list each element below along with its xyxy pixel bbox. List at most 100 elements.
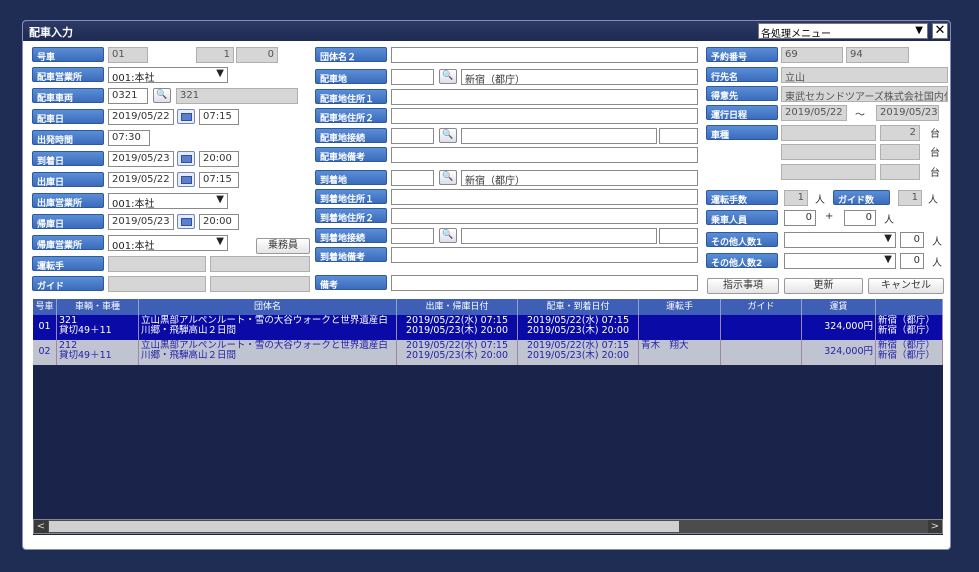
row-arr-2: 2019/05/23(木) 20:00 [526,325,630,336]
ikisaki-input[interactable]: 立山 [781,67,948,83]
kiko-date-input[interactable]: 2019/05/23 [108,214,174,230]
gosha-count-input[interactable]: 1 [196,47,234,63]
tochakuchi-name-input[interactable]: 新宿（都庁） [461,170,698,186]
label-shukko-bi: 出庫日 [32,172,104,187]
haisha-eigyo-select[interactable]: 001:本社 ▼ [108,67,228,83]
unko-to-input[interactable]: 2019/05/23 [876,105,939,121]
shashu-input-3[interactable] [781,164,876,180]
search-icon[interactable]: 🔍 [153,88,171,103]
label-untenshu: 運転手 [32,256,104,271]
setsuzoku-extra-input[interactable] [659,128,698,144]
header-gosha[interactable]: 号車 [33,299,57,315]
header-location[interactable] [876,299,943,315]
t-biko-input[interactable] [391,247,698,263]
kiko-time-input[interactable]: 20:00 [199,214,239,230]
tochaku-date-input[interactable]: 2019/05/23 [108,151,174,167]
guide-input-2[interactable] [210,276,310,292]
unit-dai-3: 台 [930,168,940,179]
tochakuchi-code-input[interactable] [391,170,434,186]
search-icon[interactable]: 🔍 [439,128,457,143]
scroll-thumb[interactable] [49,521,679,532]
sonota2-input[interactable]: 0 [900,253,924,269]
sonota1-input[interactable]: 0 [900,232,924,248]
process-menu-select[interactable]: 各処理メニュー ▼ [758,23,928,40]
t-setsuzoku-name-input[interactable] [461,228,657,244]
unko-from-input[interactable]: 2019/05/22 [781,105,847,121]
row-no: 02 [33,340,57,365]
header-driver[interactable]: 運転手 [639,299,721,315]
header-group[interactable]: 団体名 [139,299,397,315]
shukko-time-input[interactable]: 07:15 [199,172,239,188]
update-button[interactable]: 更新 [784,278,863,294]
kiko-eigyo-select[interactable]: 001:本社 ▼ [108,235,228,251]
t-setsuzoku-extra-input[interactable] [659,228,698,244]
guide-input[interactable] [108,276,206,292]
jusho1-input[interactable] [391,89,698,105]
jusho2-input[interactable] [391,108,698,124]
label-shuppatsu: 出発時間 [32,130,104,145]
haisha-date-input[interactable]: 2019/05/22 [108,109,174,125]
setsuzoku-name-input[interactable] [461,128,657,144]
setsuzoku-code-input[interactable] [391,128,434,144]
calendar-icon[interactable] [177,214,195,229]
gosha-input[interactable]: 01 [108,47,148,63]
dispatch-input-window: 配車入力 各処理メニュー ▼ ✕ 号車 01 1 0 配車営業所 001:本社 ▼ … [22,20,951,550]
shukko-date-input[interactable]: 2019/05/22 [108,172,174,188]
shuppatsu-time-input[interactable]: 07:30 [108,130,150,146]
t-jusho1-input[interactable] [391,189,698,205]
haisha-time-input[interactable]: 07:15 [199,109,239,125]
search-icon[interactable]: 🔍 [439,228,457,243]
shashu-count-1[interactable]: 2 [880,125,920,141]
header-guide[interactable]: ガイド [721,299,802,315]
shukko-eigyo-select[interactable]: 001:本社 ▼ [108,193,228,209]
header-arrival[interactable]: 配車・到着日付 [518,299,639,315]
gosha-sub-input[interactable]: 0 [236,47,278,63]
sharyo-name-input[interactable]: 321 [176,88,298,104]
header-departure[interactable]: 出庫・帰庫日付 [397,299,518,315]
sharyo-code-input[interactable]: 0321 [108,88,148,104]
haishachi-name-input[interactable]: 新宿（都庁） [461,69,698,85]
header-car[interactable]: 車輌・車種 [57,299,139,315]
sonota2-select[interactable]: ▼ [784,253,896,269]
horizontal-scrollbar[interactable]: < > [33,519,943,534]
sonota1-select[interactable]: ▼ [784,232,896,248]
scroll-left-icon[interactable]: < [34,520,48,533]
jomuin-button[interactable]: 乗務員 [256,238,310,254]
shashu-count-3[interactable] [880,164,920,180]
jousha-input[interactable]: 0 [784,210,816,226]
shashu-input-1[interactable] [781,125,876,141]
shashu-input-2[interactable] [781,144,876,160]
table-row[interactable]: 01 321 貸切49＋11 立山黒部アルペンルート・雪の大谷ウォークと世界遺産白… [33,315,943,340]
close-button[interactable]: ✕ [932,23,948,39]
untenshu-su-input[interactable]: 1 [784,190,808,206]
yoyaku-input[interactable]: 69 [781,47,843,63]
tokuisaki-input[interactable]: 東武セカンドツアーズ株式会社国内仕 [781,86,948,102]
label-guide-su: ガイド数 [833,190,890,205]
biko-input[interactable] [391,275,698,291]
haishachi-code-input[interactable] [391,69,434,85]
search-icon[interactable]: 🔍 [439,69,457,84]
header-fare[interactable]: 運賃 [802,299,876,315]
shashu-count-2[interactable] [880,144,920,160]
untenshu-input-2[interactable] [210,256,310,272]
calendar-icon[interactable] [177,172,195,187]
biko-h-input[interactable] [391,147,698,163]
table-row[interactable]: 02 212 貸切49＋11 立山黒部アルペンルート・雪の大谷ウォークと世界遺産白… [33,340,943,365]
calendar-icon[interactable] [177,151,195,166]
row-arr-2: 2019/05/23(木) 20:00 [526,350,630,361]
row-no: 01 [33,315,57,340]
yoyaku-input-2[interactable]: 94 [846,47,909,63]
untenshu-input[interactable] [108,256,206,272]
cancel-button[interactable]: キャンセル [868,278,944,294]
tochaku-time-input[interactable]: 20:00 [199,151,239,167]
t-setsuzoku-code-input[interactable] [391,228,434,244]
t-jusho2-input[interactable] [391,208,698,224]
jousha-input-2[interactable]: 0 [844,210,876,226]
shiji-jiko-button[interactable]: 指示事項 [707,278,779,294]
dantai2-input[interactable] [391,47,698,63]
scroll-right-icon[interactable]: > [928,520,942,533]
search-icon[interactable]: 🔍 [439,170,457,185]
guide-su-input[interactable]: 1 [898,190,922,206]
label-shashu: 車種 [706,125,778,140]
calendar-icon[interactable] [177,109,195,124]
